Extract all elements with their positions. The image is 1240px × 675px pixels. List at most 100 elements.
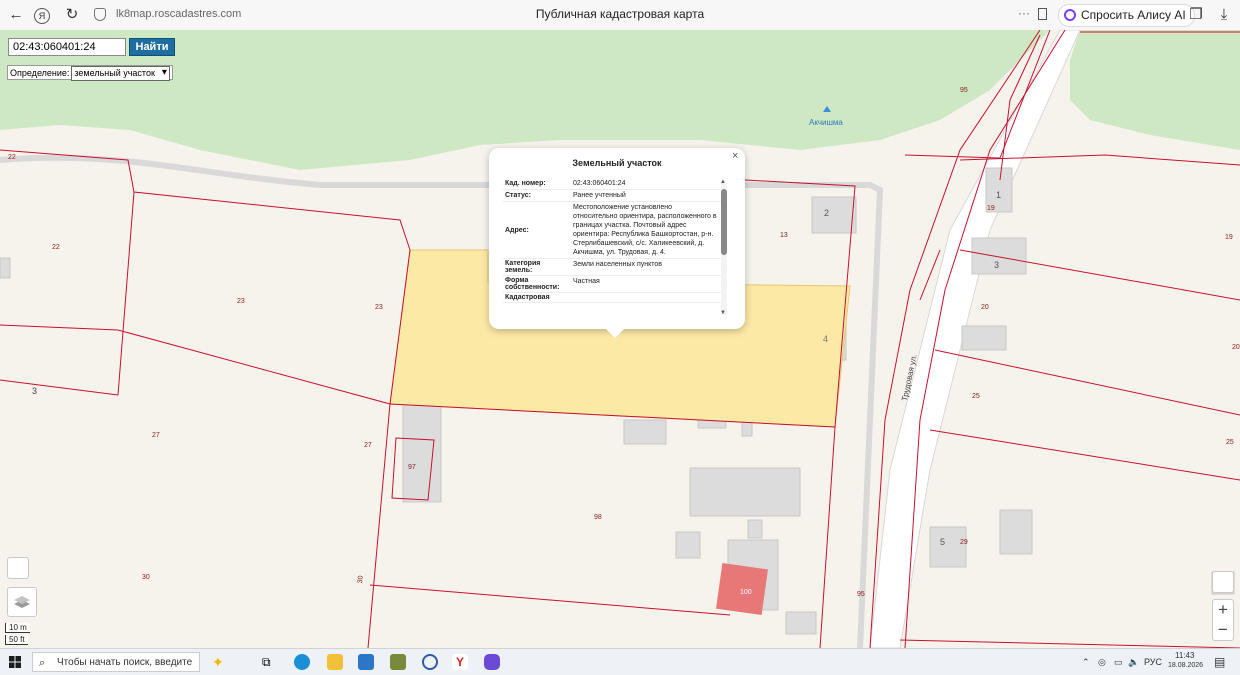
house-number: 2 [824, 208, 830, 218]
reload-icon[interactable]: ↻ [62, 5, 82, 25]
windows-start-icon[interactable] [9, 656, 21, 668]
info-value: Ранее учтенный [573, 192, 626, 199]
taskbar-search-input[interactable]: ⌕ Чтобы начать поиск, введите [32, 652, 200, 672]
network-icon[interactable]: ▭ [1114, 657, 1123, 668]
close-icon[interactable]: × [732, 150, 738, 162]
parcel-number: 22 [52, 244, 60, 251]
parcel-number: 20 [1232, 344, 1240, 351]
task-view-icon[interactable]: ⧉ [262, 654, 278, 670]
info-label: Форма собственности: [505, 277, 560, 291]
popup-scroll-thumb[interactable] [721, 189, 727, 255]
definition-label: Определение: [10, 68, 70, 78]
language-indicator[interactable]: РУС [1144, 657, 1162, 667]
info-value: Местоположение установлено относительно … [573, 204, 717, 256]
house-number: 3 [994, 260, 1000, 270]
info-row: Кад. номер: 02:43:060401:24 [503, 178, 721, 190]
definition-panel: Определение: земельный участок [7, 65, 173, 81]
clock-time[interactable]: 11:43 [1175, 651, 1194, 660]
cadastral-map[interactable]: Акчишма Трудовая ул. 22 22 23 23 3 27 27… [0, 30, 1240, 648]
windows-taskbar: ⌕ Чтобы начать поиск, введите ✦ ⧉ Y ⌃ ◎ … [0, 648, 1240, 675]
info-label: Адрес: [505, 226, 529, 234]
popup-title: Земельный участок [572, 158, 662, 168]
parcel-number: 27 [364, 442, 372, 449]
taskbar-search-placeholder: Чтобы начать поиск, введите [57, 657, 193, 668]
yandex-browser-icon[interactable] [484, 654, 500, 670]
info-value: Земли населенных пунктов [573, 261, 663, 268]
ask-alice-button[interactable]: Спросить Алису AI [1058, 4, 1195, 27]
parcel-number: 95 [960, 87, 968, 94]
extensions-icon[interactable]: ❐ [1186, 5, 1206, 25]
layers-icon [14, 596, 30, 608]
parcel-info-table: Кад. номер: 02:43:060401:24 Статус: Ране… [503, 178, 721, 320]
clock-date[interactable]: 18.08.2026 [1168, 662, 1203, 669]
scroll-up-icon[interactable]: ▲ [720, 179, 726, 185]
zoom-in-button[interactable]: + [1212, 600, 1234, 620]
info-label: Статус: [505, 192, 531, 199]
parcel-number: 27 [152, 432, 160, 439]
info-value [569, 293, 721, 302]
shield-icon[interactable] [94, 8, 106, 21]
zoom-out-button[interactable]: − [1212, 620, 1234, 640]
info-value: 02:43:060401:24 [573, 180, 626, 187]
tray-app-icon[interactable]: ◎ [1098, 657, 1106, 668]
more-menu-icon[interactable]: ··· [1018, 6, 1030, 20]
search-icon: ⌕ [39, 657, 46, 669]
app-icon[interactable] [390, 654, 406, 670]
cadastral-search-input[interactable] [8, 38, 126, 56]
info-label: Кад. номер: [505, 180, 546, 187]
definition-select[interactable]: земельный участок [71, 66, 170, 81]
parcel-number: 29 [960, 539, 968, 546]
find-button[interactable]: Найти [129, 38, 175, 56]
download-icon[interactable]: ⤓ [1214, 5, 1234, 25]
mail-icon[interactable] [358, 654, 374, 670]
info-label: Кадастровая [505, 294, 550, 301]
parcel-number: 30 [142, 574, 150, 581]
parcel-number: 30 [357, 575, 365, 584]
info-row: Адрес: Местоположение установлено относи… [503, 202, 721, 259]
info-row: Статус: Ранее учтенный [503, 190, 721, 202]
parcel-number: 95 [857, 591, 865, 598]
house-number: 5 [940, 537, 946, 547]
yandex-icon[interactable]: Y [452, 654, 468, 670]
parcel-number: 19 [1225, 234, 1233, 241]
parcel-number: 13 [780, 232, 788, 239]
info-row: Категория земель: Земли населенных пункт… [503, 259, 721, 276]
ask-alice-label: Спросить Алису AI [1081, 8, 1186, 22]
bookmark-icon[interactable] [1038, 8, 1047, 20]
volume-icon[interactable]: 🔈 [1128, 657, 1139, 668]
browser-toolbar: ← Я ↻ lk8map.roscadastres.com Публичная … [0, 0, 1240, 31]
parcel-number: 22 [8, 154, 16, 161]
parcel-number: 25 [1226, 439, 1234, 446]
yandex-logo-icon[interactable]: Я [34, 8, 50, 24]
alice-icon [1064, 9, 1076, 21]
parcel-number: 23 [375, 304, 383, 311]
info-value: Частная [573, 278, 600, 285]
sparkle-icon[interactable]: ✦ [212, 654, 228, 670]
popup-pointer [605, 328, 625, 338]
page-title: Публичная кадастровая карта [535, 7, 705, 21]
scroll-down-icon[interactable]: ▼ [720, 310, 726, 316]
map-canvas [0, 30, 1240, 648]
fullscreen-button[interactable] [1212, 571, 1234, 593]
info-row: Форма собственности: Частная [503, 276, 721, 293]
app-c-icon[interactable] [422, 654, 438, 670]
scale-metric: 10 m [5, 623, 30, 633]
layers-button[interactable] [7, 587, 37, 617]
info-label: Категория земель: [505, 260, 541, 274]
file-explorer-icon[interactable] [327, 654, 343, 670]
block-number: 3 [32, 386, 38, 396]
address-bar[interactable]: lk8map.roscadastres.com [116, 8, 241, 20]
parcel-number: 98 [594, 514, 602, 521]
parcel-number: 97 [408, 464, 416, 471]
parcel-number: 20 [981, 304, 989, 311]
place-label: Акчишма [809, 118, 843, 127]
chevron-up-icon[interactable]: ⌃ [1082, 657, 1090, 668]
parcel-number: 19 [987, 205, 995, 212]
select-tool-button[interactable] [7, 557, 29, 579]
back-arrow-icon[interactable]: ← [6, 5, 26, 25]
edge-icon[interactable] [294, 654, 310, 670]
house-number: 1 [996, 190, 1002, 200]
parcel-number: 100 [740, 589, 752, 596]
house-number: 4 [823, 334, 829, 344]
notifications-icon[interactable]: ▤ [1214, 655, 1225, 669]
